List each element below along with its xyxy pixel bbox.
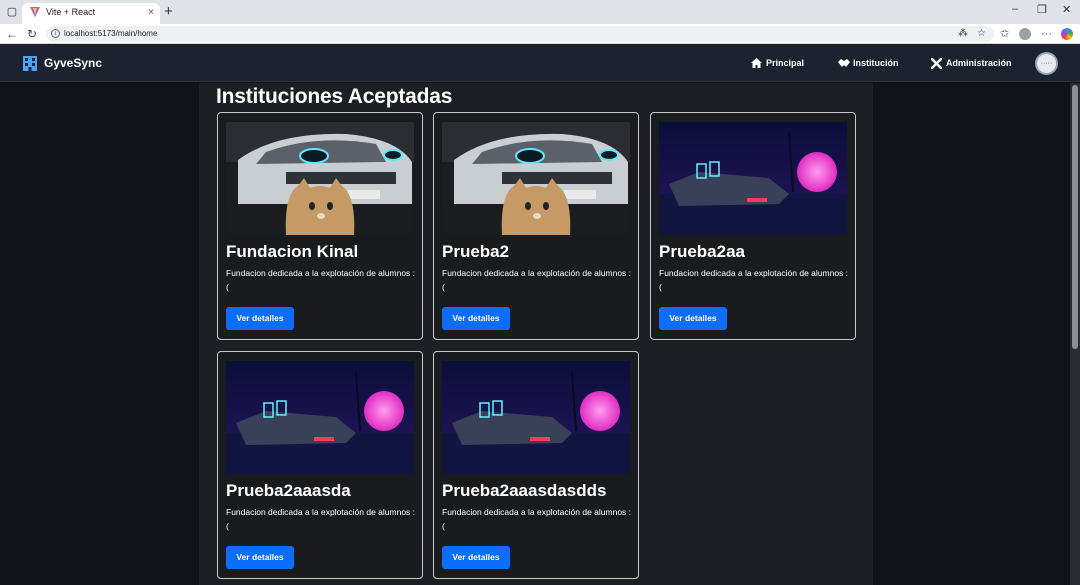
new-tab-icon[interactable]: + xyxy=(164,3,173,21)
building-logo-icon xyxy=(23,56,37,71)
restore-icon[interactable]: ❐ xyxy=(1037,3,1047,16)
tab-title: Vite + React xyxy=(46,7,96,17)
synthwave-car-image xyxy=(226,361,414,474)
left-gutter xyxy=(0,83,199,585)
institution-card: Fundacion Kinal Fundacion dedicada a la … xyxy=(217,112,423,340)
more-menu-icon[interactable]: ··· xyxy=(1041,26,1052,42)
translate-icon[interactable]: ⁂ xyxy=(958,26,968,42)
nav-administracion[interactable]: Administración xyxy=(931,57,1012,69)
browser-tab-strip: ▢ Vite + React × + – ❐ ✕ xyxy=(0,0,1080,24)
institution-card: Prueba2aaasda Fundacion dedicada a la ex… xyxy=(217,351,423,579)
tab-actions-icon[interactable]: ▢ xyxy=(4,4,20,20)
institution-card: Prueba2aaasdasdds Fundacion dedicada a l… xyxy=(433,351,639,579)
card-title: Fundacion Kinal xyxy=(226,242,359,261)
browser-toolbar: ← ↻ i localhost:5173/main/home ⁂ ☆ ✩ ··· xyxy=(0,24,1080,44)
back-icon[interactable]: ← xyxy=(6,26,18,42)
card-title: Prueba2aaasda xyxy=(226,481,351,500)
app-root: GyveSync Principal Institución Administr… xyxy=(0,45,1080,585)
synthwave-car-image xyxy=(659,122,847,235)
nav-institucion[interactable]: Institución xyxy=(838,57,899,69)
page-title: Instituciones Aceptadas xyxy=(216,85,453,108)
card-description: Fundacion dedicada a la explotación de a… xyxy=(226,268,416,292)
car-cat-photo xyxy=(226,122,414,235)
brand-name: GyveSync xyxy=(44,56,103,70)
url-text: localhost:5173/main/home xyxy=(64,29,158,38)
ver-detalles-button[interactable]: Ver detalles xyxy=(659,307,727,330)
handshake-icon xyxy=(838,59,850,67)
card-title: Prueba2 xyxy=(442,242,510,261)
card-description: Fundacion dedicada a la explotación de a… xyxy=(442,268,632,292)
card-description: Fundacion dedicada a la explotación de a… xyxy=(442,507,632,531)
favorites-icon[interactable]: ✩ xyxy=(1000,26,1009,42)
card-title: Prueba2aaasdasdds xyxy=(442,481,607,500)
home-icon xyxy=(751,58,762,68)
top-navbar: GyveSync Principal Institución Administr… xyxy=(0,45,1080,82)
site-info-icon[interactable]: i xyxy=(51,29,60,38)
nav-principal[interactable]: Principal xyxy=(751,57,804,69)
card-description: Fundacion dedicada a la explotación de a… xyxy=(659,268,849,292)
tools-icon xyxy=(931,58,942,69)
ver-detalles-button[interactable]: Ver detalles xyxy=(226,546,294,569)
nav-label-administracion: Administración xyxy=(946,58,1012,68)
ver-detalles-button[interactable]: Ver detalles xyxy=(442,546,510,569)
institution-card: Prueba2 Fundacion dedicada a la explotac… xyxy=(433,112,639,340)
brand[interactable]: GyveSync xyxy=(22,54,102,74)
synthwave-car-image xyxy=(442,361,630,474)
user-avatar[interactable]: ····· xyxy=(1035,52,1058,75)
minimize-icon[interactable]: – xyxy=(1012,3,1018,15)
reload-icon[interactable]: ↻ xyxy=(27,26,37,42)
ver-detalles-button[interactable]: Ver detalles xyxy=(442,307,510,330)
window-close-icon[interactable]: ✕ xyxy=(1062,3,1071,16)
bookmark-star-icon[interactable]: ☆ xyxy=(977,26,986,42)
institution-card: Prueba2aa Fundacion dedicada a la explot… xyxy=(650,112,856,340)
main-content: Instituciones Aceptadas Fundacion Kinal … xyxy=(199,83,873,585)
card-title: Prueba2aa xyxy=(659,242,745,261)
right-gutter xyxy=(873,83,1070,585)
car-cat-photo xyxy=(442,122,630,235)
browser-tab[interactable]: Vite + React × xyxy=(22,3,160,24)
nav-label-institucion: Institución xyxy=(853,58,899,68)
profile-avatar-icon[interactable] xyxy=(1019,28,1031,40)
address-bar[interactable]: i localhost:5173/main/home xyxy=(46,26,994,42)
copilot-icon[interactable] xyxy=(1061,28,1073,40)
nav-label-principal: Principal xyxy=(766,58,805,68)
page-scrollbar[interactable] xyxy=(1070,83,1080,585)
ver-detalles-button[interactable]: Ver detalles xyxy=(226,307,294,330)
card-description: Fundacion dedicada a la explotación de a… xyxy=(226,507,416,531)
vite-logo-icon xyxy=(30,7,40,17)
tab-close-icon[interactable]: × xyxy=(148,3,154,22)
scrollbar-thumb[interactable] xyxy=(1072,85,1078,349)
